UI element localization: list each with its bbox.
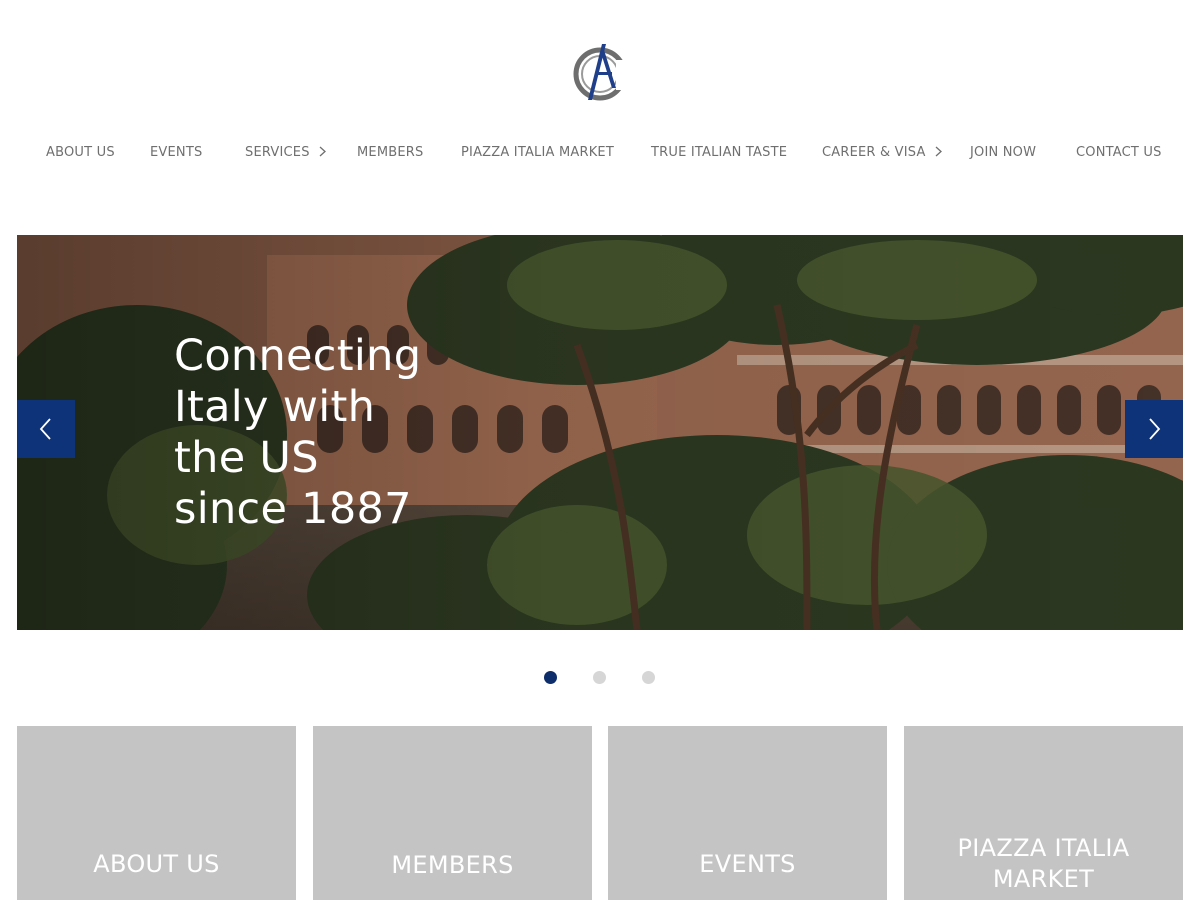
card-label: MEMBERS (391, 851, 514, 879)
page: ABOUT US EVENTS SERVICES MEMBERS PIAZZA … (0, 0, 1200, 900)
carousel-dot-1[interactable] (544, 671, 557, 684)
nav-item-label: PIAZZA ITALIA MARKET (461, 145, 614, 160)
nav-item-label: JOIN NOW (970, 145, 1037, 160)
hero-title-line: Italy with (174, 382, 376, 432)
card-about-us[interactable]: ABOUT US (17, 726, 296, 900)
chevron-right-icon (1149, 418, 1161, 440)
nav-item-contact-us[interactable]: CONTACT US (1076, 140, 1162, 166)
hero-title-line: Connecting (174, 331, 422, 381)
card-label-line: MARKET (992, 865, 1095, 893)
nav-item-label: TRUE ITALIAN TASTE (651, 145, 788, 160)
card-label-line: PIAZZA ITALIA (957, 834, 1130, 862)
hero-slider: Connecting Italy with the US since 1887 (17, 235, 1183, 630)
logo-emblem-icon (573, 44, 628, 101)
card-label: EVENTS (699, 850, 796, 878)
nav-item-about-us[interactable]: ABOUT US (46, 140, 115, 166)
nav-item-label: SERVICES (245, 145, 310, 160)
card-label: ABOUT US (93, 850, 220, 878)
carousel-pagination (0, 671, 1200, 685)
nav-item-piazza-italia-market[interactable]: PIAZZA ITALIA MARKET (461, 140, 614, 166)
site-logo[interactable] (572, 40, 630, 104)
hero-title-line: since 1887 (174, 484, 412, 534)
chevron-right-icon (935, 146, 942, 157)
carousel-dot-2[interactable] (593, 671, 606, 684)
nav-item-label: CAREER & VISA (822, 145, 926, 160)
card-members[interactable]: MEMBERS (313, 726, 592, 900)
hero-title-line: the US (174, 433, 319, 483)
hero-title: Connecting Italy with the US since 1887 (174, 331, 494, 535)
nav-item-label: EVENTS (150, 145, 203, 160)
main-nav: ABOUT US EVENTS SERVICES MEMBERS PIAZZA … (0, 140, 1200, 166)
carousel-dot-3[interactable] (642, 671, 655, 684)
card-events[interactable]: EVENTS (608, 726, 887, 900)
nav-item-members[interactable]: MEMBERS (357, 140, 423, 166)
slider-next-button[interactable] (1125, 400, 1183, 458)
card-piazza-italia-market[interactable]: PIAZZA ITALIA MARKET (904, 726, 1183, 900)
nav-item-career-visa[interactable]: CAREER & VISA (822, 140, 942, 166)
nav-item-join-now[interactable]: JOIN NOW (970, 140, 1036, 166)
nav-item-label: ABOUT US (46, 145, 115, 160)
chevron-left-icon (39, 418, 51, 440)
chevron-right-icon (319, 146, 326, 157)
nav-item-services[interactable]: SERVICES (245, 140, 326, 166)
nav-item-label: CONTACT US (1076, 145, 1162, 160)
slider-prev-button[interactable] (17, 400, 75, 458)
nav-item-true-italian-taste[interactable]: TRUE ITALIAN TASTE (651, 140, 787, 166)
nav-item-label: MEMBERS (357, 145, 424, 160)
nav-item-events[interactable]: EVENTS (150, 140, 202, 166)
